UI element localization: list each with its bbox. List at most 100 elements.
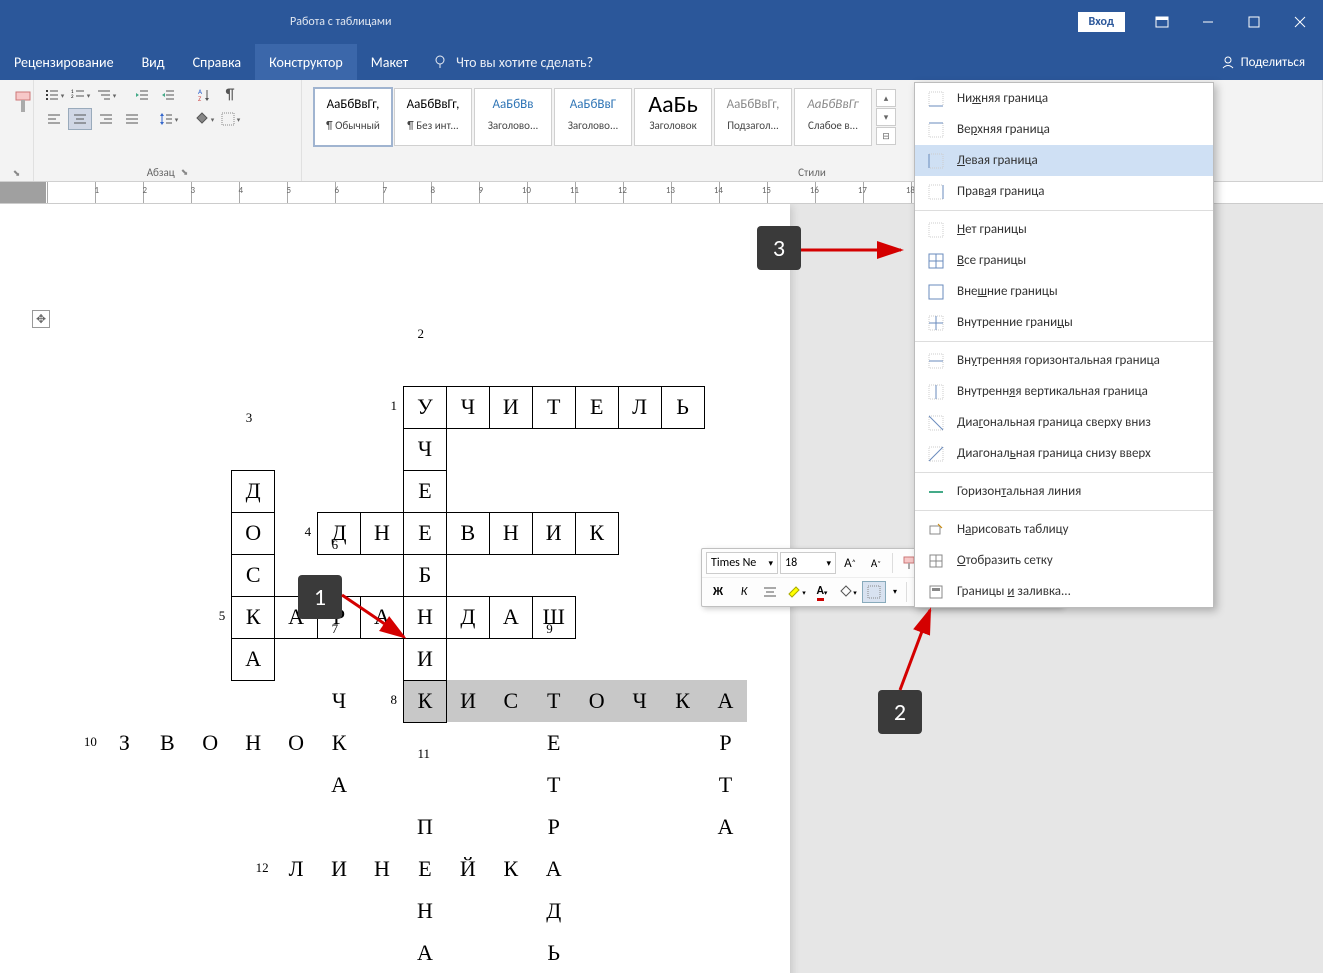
align-left-button[interactable] — [42, 108, 66, 130]
bullets-button[interactable]: ▾ — [42, 84, 66, 106]
style-item[interactable]: АаБбВвГг,Подзагол... — [714, 88, 792, 146]
ribbon-display-options-icon[interactable] — [1139, 0, 1185, 44]
shading-button[interactable]: ▾ — [192, 108, 216, 130]
increase-indent-button[interactable] — [156, 84, 180, 106]
tab-help[interactable]: Справка — [179, 44, 256, 80]
borders-dropdown-button[interactable]: ▾ — [888, 581, 902, 603]
decrease-indent-button[interactable] — [130, 84, 154, 106]
crossword-cell[interactable]: К — [489, 848, 532, 890]
crossword-cell[interactable]: О — [189, 722, 232, 764]
crossword-cell[interactable]: А — [232, 638, 275, 680]
font-name-field[interactable]: Times Ne▾ — [706, 552, 778, 574]
crossword-cell[interactable]: З — [103, 722, 146, 764]
shading-mini-button[interactable]: ▾ — [836, 581, 860, 603]
table-move-handle-icon[interactable]: ✥ — [32, 310, 50, 328]
border-menu-item[interactable]: Диагональная граница снизу вверх — [915, 438, 1213, 469]
border-menu-item[interactable]: Отобразить сетку — [915, 545, 1213, 576]
tab-review[interactable]: Рецензирование — [0, 44, 128, 80]
grow-font-button[interactable]: A˄ — [838, 552, 862, 574]
crossword-cell[interactable]: Б — [403, 554, 446, 596]
crossword-cell[interactable]: О — [232, 512, 275, 554]
border-menu-item[interactable]: Нет границы — [915, 214, 1213, 245]
style-item[interactable]: АаБбВвГг,¶ Обычный — [314, 88, 392, 146]
crossword-cell[interactable]: Р — [704, 722, 747, 764]
style-item[interactable]: АаБбВвЗаголово... — [474, 88, 552, 146]
crossword-cell[interactable]: Й — [446, 848, 489, 890]
tab-design[interactable]: Конструктор — [255, 44, 357, 80]
dialog-launcher-icon[interactable]: ⬊ — [181, 167, 189, 178]
crossword-cell[interactable]: Е — [403, 848, 446, 890]
show-marks-button[interactable]: ¶ — [218, 84, 242, 106]
borders-mini-button[interactable] — [862, 581, 886, 603]
crossword-cell[interactable]: А — [489, 596, 532, 638]
crossword-cell[interactable]: Ш — [532, 596, 575, 638]
crossword-cell[interactable]: К — [575, 512, 618, 554]
close-icon[interactable] — [1277, 0, 1323, 44]
crossword-table[interactable]: 21УЧИТЕЛЬ3ЧДЕО4ДНЕВНИКС6Б5КАРАНДАША7И9Ч8… — [60, 344, 790, 973]
style-item[interactable]: АаБбВвГгСлабое в... — [794, 88, 872, 146]
crossword-cell[interactable]: Т — [532, 680, 575, 722]
align-right-button[interactable] — [94, 108, 118, 130]
highlight-button[interactable]: ▾ — [784, 581, 808, 603]
crossword-cell[interactable]: Н — [361, 512, 404, 554]
border-menu-item[interactable]: Левая граница — [915, 145, 1213, 176]
crossword-cell[interactable]: Д — [532, 890, 575, 932]
crossword-cell[interactable]: А — [318, 764, 361, 806]
crossword-cell[interactable]: К — [318, 722, 361, 764]
crossword-cell[interactable]: С — [489, 680, 532, 722]
crossword-cell[interactable]: Ч — [618, 680, 661, 722]
border-menu-item[interactable]: Нижняя граница — [915, 83, 1213, 114]
justify-button[interactable] — [120, 108, 144, 130]
maximize-icon[interactable] — [1231, 0, 1277, 44]
border-menu-item[interactable]: Внешние границы — [915, 276, 1213, 307]
font-size-field[interactable]: 18▾ — [780, 552, 836, 574]
border-menu-item[interactable]: Внутренняя вертикальная граница — [915, 376, 1213, 407]
tell-me[interactable]: Что вы хотите сделать? — [432, 54, 593, 71]
crossword-cell[interactable]: Ч — [446, 386, 489, 428]
style-item[interactable]: АаБбВвГг,¶ Без инт... — [394, 88, 472, 146]
crossword-cell[interactable]: Т — [532, 386, 575, 428]
border-menu-item[interactable]: Горизонтальная линия — [915, 476, 1213, 507]
crossword-cell[interactable]: Ч — [403, 428, 446, 470]
minimize-icon[interactable] — [1185, 0, 1231, 44]
crossword-cell[interactable]: А — [403, 932, 446, 973]
crossword-cell[interactable]: Л — [618, 386, 661, 428]
border-menu-item[interactable]: Правая граница — [915, 176, 1213, 207]
italic-button[interactable]: К — [732, 581, 756, 603]
crossword-cell[interactable]: И — [446, 680, 489, 722]
border-menu-item[interactable]: Верхняя граница — [915, 114, 1213, 145]
crossword-cell[interactable]: Л — [275, 848, 318, 890]
border-menu-item[interactable]: Границы и заливка... — [915, 576, 1213, 607]
shrink-font-button[interactable]: A˅ — [864, 552, 888, 574]
crossword-cell[interactable]: А — [704, 680, 747, 722]
crossword-cell[interactable]: И — [489, 386, 532, 428]
crossword-cell[interactable]: К — [661, 680, 704, 722]
crossword-cell[interactable]: Е — [403, 512, 446, 554]
align-center-mini-button[interactable] — [758, 581, 782, 603]
crossword-cell[interactable]: С — [232, 554, 275, 596]
crossword-cell[interactable]: Н — [361, 848, 404, 890]
border-menu-item[interactable]: Внутренняя горизонтальная граница — [915, 345, 1213, 376]
border-menu-item[interactable]: Диагональная граница сверху вниз — [915, 407, 1213, 438]
crossword-cell[interactable]: Ь — [661, 386, 704, 428]
crossword-cell[interactable]: Т — [704, 764, 747, 806]
crossword-cell[interactable]: П — [403, 806, 446, 848]
sort-button[interactable]: AZ — [192, 84, 216, 106]
styles-scroll[interactable]: ▾ — [876, 108, 896, 126]
styles-scroll[interactable]: ▴ — [876, 89, 896, 107]
multilevel-list-button[interactable]: ▾ — [94, 84, 118, 106]
tab-layout[interactable]: Макет — [357, 44, 422, 80]
crossword-cell[interactable]: К — [232, 596, 275, 638]
crossword-cell[interactable]: Н — [403, 890, 446, 932]
crossword-cell[interactable]: Ч — [318, 680, 361, 722]
crossword-cell[interactable]: Ь — [532, 932, 575, 973]
crossword-cell[interactable]: Д — [446, 596, 489, 638]
tab-view[interactable]: Вид — [128, 44, 179, 80]
styles-scroll[interactable]: ⊟ — [876, 127, 896, 145]
crossword-cell[interactable]: Д — [318, 512, 361, 554]
crossword-cell[interactable]: Н — [489, 512, 532, 554]
font-color-button[interactable]: А▾ — [810, 581, 834, 603]
crossword-cell[interactable]: О — [275, 722, 318, 764]
signin-button[interactable]: Вход — [1078, 12, 1125, 32]
numbering-button[interactable]: 12▾ — [68, 84, 92, 106]
